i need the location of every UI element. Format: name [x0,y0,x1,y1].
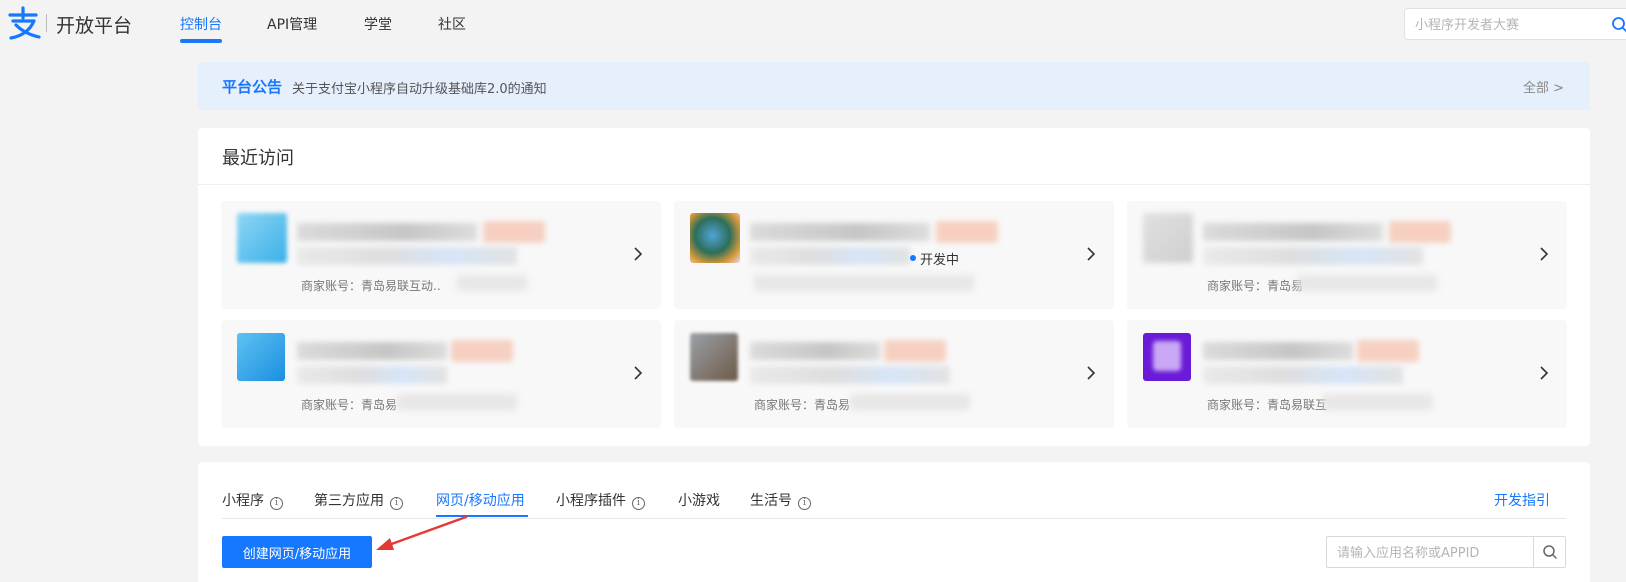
app-icon [237,333,285,381]
redacted-detail [397,394,517,410]
info-icon[interactable]: i [390,497,403,510]
alipay-logo-icon[interactable] [6,6,42,40]
redacted-app-name [750,342,880,360]
app-icon [690,213,740,263]
redacted-tag [451,340,513,362]
app-search-button[interactable] [1533,537,1565,567]
info-icon[interactable]: i [798,497,811,510]
redacted-detail [754,275,974,291]
app-icon [237,213,287,263]
redacted-tag [1357,340,1419,362]
redacted-details [1203,366,1403,384]
app-icon [1143,213,1193,263]
top-search-input[interactable] [1415,15,1595,35]
top-search-box [1404,8,1626,40]
tab-label: 网页/移动应用 [436,493,525,509]
redacted-detail [850,394,970,410]
redacted-app-name [750,223,930,241]
tab-label: 小程序插件 [556,493,626,509]
tab-life-account[interactable]: 生活号 i [750,490,811,510]
redacted-app-name [1203,223,1383,241]
recent-visits-title: 最近访问 [222,148,294,169]
platform-announcement: 平台公告 关于支付宝小程序自动升级基础库2.0的通知 全部 > [198,62,1590,110]
redacted-detail [457,275,527,291]
recent-app-card[interactable]: 商家账号：青岛易联互 [1127,320,1567,428]
top-bar: 开放平台 控制台 API管理 学堂 社区 [0,0,1626,46]
chevron-right-icon [1540,366,1549,380]
redacted-detail [1297,275,1437,291]
chevron-right-icon [1540,247,1549,261]
redacted-tag [1389,221,1451,243]
search-icon [1543,545,1557,559]
search-icon[interactable] [1611,16,1626,34]
redacted-details [297,247,517,265]
redacted-app-name [297,223,477,241]
app-search-box [1326,536,1566,568]
recent-app-card[interactable]: 商家账号：青岛易 [1127,201,1567,309]
redacted-details [297,366,447,384]
info-icon[interactable]: i [632,497,645,510]
nav-academy[interactable]: 学堂 [364,14,392,34]
tab-mini-game[interactable]: 小游戏 [678,490,720,510]
recent-app-card[interactable]: 商家账号：青岛易 [674,320,1114,428]
nav-console[interactable]: 控制台 [180,14,222,34]
divider [198,184,1590,185]
tab-mini-program[interactable]: 小程序 i [222,490,283,510]
redacted-detail [1323,394,1433,410]
merchant-account: 商家账号：青岛易 [1207,279,1304,293]
chevron-right-icon [1087,247,1096,261]
brand-title[interactable]: 开放平台 [56,11,132,38]
app-management-panel: 小程序 i 第三方应用 i 网页/移动应用 小程序插件 i 小游戏 生活号 i 开发指引… [198,462,1590,582]
merchant-account: 商家账号：青岛易联互动.. [301,279,441,293]
tab-active-indicator [436,515,528,517]
redacted-details [750,247,910,265]
redacted-details [1203,247,1423,265]
app-icon-glyph [1153,341,1181,371]
redacted-tag [936,221,998,243]
info-icon[interactable]: i [270,497,283,510]
app-icon [690,333,738,381]
logo-separator [46,14,47,32]
divider [222,518,1566,519]
announcement-all-link[interactable]: 全部 > [1523,77,1564,96]
announcement-link[interactable]: 关于支付宝小程序自动升级基础库2.0的通知 [292,78,547,97]
app-status: 开发中 [920,253,960,268]
tab-mini-program-plugin[interactable]: 小程序插件 i [556,490,645,510]
announcement-title: 平台公告 [222,78,283,96]
chevron-right-icon [634,366,643,380]
nav-community[interactable]: 社区 [438,14,466,34]
recent-app-card[interactable]: 商家账号：青岛易 [221,320,661,428]
merchant-account: 商家账号：青岛易 [301,398,398,412]
redacted-tag [884,340,946,362]
redacted-app-name [1203,342,1353,360]
app-search-input[interactable] [1337,543,1527,563]
tab-label: 小游戏 [678,493,720,509]
app-icon [1143,333,1191,381]
redacted-details [750,366,950,384]
recent-app-card[interactable]: 开发中 [674,201,1114,309]
status-dot [910,255,916,261]
merchant-account: 商家账号：青岛易 [754,398,851,412]
tab-label: 小程序 [222,493,264,509]
recent-visits-panel: 最近访问 商家账号：青岛易联互动.. 开发中 商家账号：青岛易 商家账号：青岛易… [198,128,1590,446]
chevron-right-icon [1087,366,1096,380]
recent-app-card[interactable]: 商家账号：青岛易联互动.. [221,201,661,309]
tab-third-party-app[interactable]: 第三方应用 i [314,490,403,510]
tab-label: 生活号 [750,493,792,509]
create-web-mobile-app-button[interactable]: 创建网页/移动应用 [222,536,372,568]
dev-guide-link[interactable]: 开发指引 [1494,490,1550,510]
redacted-app-name [297,342,447,360]
redacted-tag [483,221,545,243]
tab-web-mobile-app[interactable]: 网页/移动应用 [436,490,525,510]
tab-label: 第三方应用 [314,493,384,509]
nav-active-indicator [180,39,222,43]
merchant-account: 商家账号：青岛易联互 [1207,398,1328,412]
nav-api-management[interactable]: API管理 [267,14,317,34]
chevron-right-icon [634,247,643,261]
